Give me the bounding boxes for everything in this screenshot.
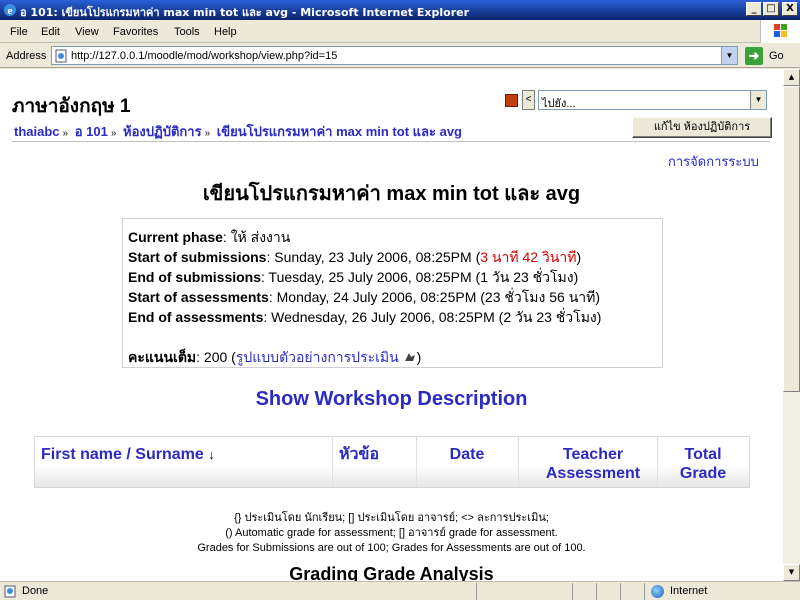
internet-zone-icon [651, 585, 664, 598]
maximize-button[interactable]: □ [763, 2, 779, 16]
jump-to-select[interactable]: ไปยัง... ▼ [538, 90, 767, 110]
col-teacher: Teacher Assessment [519, 437, 658, 487]
end-assessments-row: End of assessments: Wednesday, 26 July 2… [128, 309, 602, 325]
scroll-thumb[interactable] [783, 86, 800, 392]
address-input[interactable]: http://127.0.0.1/moodle/mod/workshop/vie… [51, 46, 738, 65]
jump-to-value: ไปยัง... [542, 98, 576, 110]
end-submissions-row: End of submissions: Tuesday, 25 July 200… [128, 269, 579, 285]
windows-logo-icon [760, 20, 800, 43]
sort-firstname-link[interactable]: First name [41, 446, 122, 463]
vertical-scrollbar[interactable]: ▲ ▼ [783, 69, 800, 581]
menu-bar: File Edit View Favorites Tools Help [0, 20, 800, 43]
page-viewport: ภาษาอังกฤษ 1 < ไปยัง... ▼ thaiabc» อ 101… [0, 69, 783, 581]
start-submissions-row: Start of submissions: Sunday, 23 July 20… [128, 249, 582, 265]
menu-help[interactable]: Help [214, 26, 237, 38]
close-button[interactable]: X [782, 2, 798, 16]
chevron-down-icon[interactable]: ▼ [750, 91, 766, 109]
time-remaining: 3 นาที 42 วินาที [480, 249, 577, 265]
page-title: เขียนโปรแกรมหาค่า max min tot และ avg [202, 183, 581, 205]
scroll-down-icon[interactable]: ▼ [783, 564, 800, 581]
menu-tools[interactable]: Tools [174, 26, 200, 38]
status-pane [596, 583, 620, 600]
scroll-up-icon[interactable]: ▲ [783, 69, 800, 86]
col-topic: หัวข้อ [333, 437, 417, 487]
page-done-icon [4, 585, 16, 598]
col-date: Date [417, 437, 519, 487]
grading-scheme-link[interactable]: รูปแบบตัวอย่างการประเมิน [236, 349, 399, 365]
sort-topic-link[interactable]: หัวข้อ [339, 445, 379, 464]
sort-surname-link[interactable]: Surname [135, 446, 203, 463]
submissions-table-header: First name / Surname ↓ หัวข้อ Date Teach… [34, 436, 750, 488]
address-url: http://127.0.0.1/moodle/mod/workshop/vie… [71, 50, 338, 62]
menu-file[interactable]: File [10, 26, 28, 38]
admin-link[interactable]: การจัดการระบบ [668, 151, 759, 172]
status-pane [476, 583, 572, 600]
breadcrumb-site[interactable]: thaiabc [14, 124, 60, 139]
minimize-button[interactable]: _ [746, 2, 762, 16]
address-bar: Address http://127.0.0.1/moodle/mod/work… [0, 44, 800, 68]
max-grade-row: คะแนนเต็ม: 200 (รูปแบบตัวอย่างการประเมิน… [128, 349, 422, 365]
go-button[interactable]: ➜ Go [745, 47, 797, 65]
show-description-link[interactable]: Show Workshop Description [0, 388, 783, 411]
status-text: Done [22, 585, 49, 597]
col-total: Total Grade [658, 437, 750, 487]
address-dropdown-icon[interactable]: ▼ [721, 47, 737, 64]
divider [12, 141, 770, 142]
menu-view[interactable]: View [75, 26, 99, 38]
sort-arrow-icon: ↓ [208, 447, 215, 462]
sort-teacher-assessment-link[interactable]: Teacher Assessment [533, 445, 653, 483]
status-pane [620, 583, 644, 600]
page-icon [55, 49, 67, 63]
navigation-icon[interactable] [505, 94, 518, 107]
grading-analysis-heading: Grading Grade Analysis [289, 564, 494, 581]
status-pane [572, 583, 596, 600]
update-workshop-button[interactable]: แก้ไข ห้องปฏิบัติการ [632, 117, 772, 138]
status-pane [644, 583, 782, 600]
breadcrumb-course[interactable]: อ 101 [75, 124, 108, 139]
phase-info-box: Current phase: ให้ ส่งงาน Start of submi… [122, 218, 663, 368]
menu-edit[interactable]: Edit [41, 26, 60, 38]
start-assessments-row: Start of assessments: Monday, 24 July 20… [128, 289, 601, 305]
previous-activity-button[interactable]: < [522, 90, 535, 110]
col-name: First name / Surname ↓ [35, 437, 333, 487]
current-phase-row: Current phase: ให้ ส่งงาน [128, 229, 291, 245]
security-zone: Internet [670, 585, 708, 597]
grade-legend: {} ประเมินโดย นักเรียน; [] ประเมินโดย อา… [197, 512, 586, 554]
address-label: Address [6, 50, 47, 62]
breadcrumb-current[interactable]: เขียนโปรแกรมหาค่า max min tot และ avg [217, 124, 462, 139]
status-bar: Done Internet [0, 581, 800, 600]
breadcrumb: thaiabc» อ 101» ห้องปฏิบัติการ» เขียนโปร… [14, 124, 462, 139]
go-label: Go [769, 50, 784, 62]
go-arrow-icon: ➜ [745, 47, 763, 65]
svg-text:e: e [8, 5, 13, 17]
breadcrumb-workshops[interactable]: ห้องปฏิบัติการ [123, 124, 202, 139]
sort-total-grade-link[interactable]: Total Grade [668, 445, 738, 483]
menu-favorites[interactable]: Favorites [113, 26, 158, 38]
window-title: อ 101: เขียนโปรแกรมหาค่า max min tot และ… [20, 6, 470, 19]
popup-icon[interactable] [403, 351, 417, 363]
course-title: ภาษาอังกฤษ 1 [12, 96, 131, 117]
sort-date-link[interactable]: Date [417, 445, 517, 464]
ie-icon: e [4, 4, 16, 17]
title-bar: e อ 101: เขียนโปรแกรมหาค่า max min tot แ… [0, 0, 800, 20]
